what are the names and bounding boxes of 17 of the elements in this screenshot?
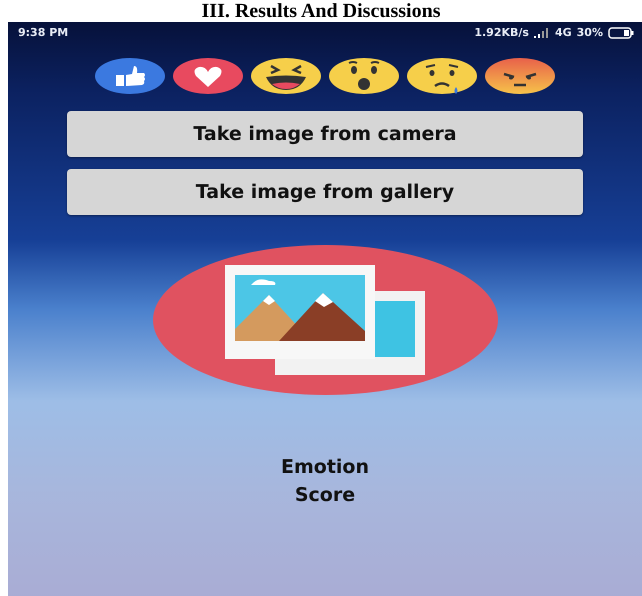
network-type: 4G: [554, 26, 572, 39]
signal-icon: [534, 28, 550, 38]
laughing-face-icon[interactable]: [250, 57, 322, 95]
take-image-button[interactable]: Take image from gallery: [67, 169, 583, 215]
network-speed: 1.92KB/s: [474, 26, 529, 39]
angry-face-icon[interactable]: [484, 57, 556, 95]
emotion-score-label: Score: [294, 483, 356, 508]
emotion-score-label: Emotion: [280, 455, 369, 480]
thumbs-up-icon[interactable]: [94, 57, 166, 95]
surprised-face-icon[interactable]: [328, 57, 400, 95]
status-time: 9:38 PM: [18, 26, 68, 39]
gallery-icon: [225, 265, 425, 375]
battery-icon: [608, 26, 634, 38]
sad-face-icon[interactable]: [406, 57, 478, 95]
page-heading: III. Results And Discussions: [202, 0, 440, 22]
battery-percent: 30%: [576, 26, 603, 39]
take-image-button[interactable]: Take image from camera: [67, 111, 583, 157]
